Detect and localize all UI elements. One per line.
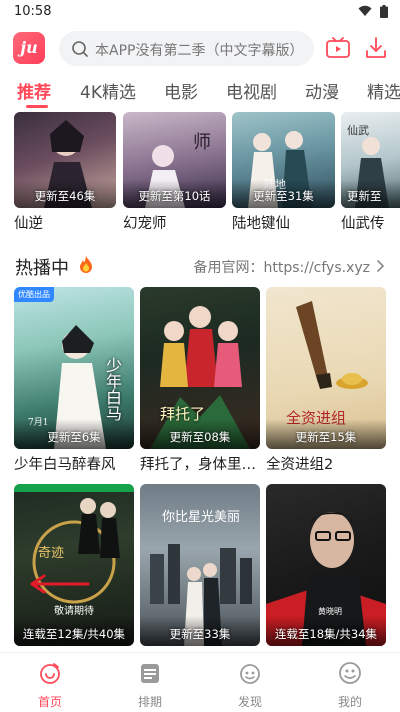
nav-discover[interactable]: 发现 — [200, 659, 300, 712]
discover-icon — [240, 664, 260, 684]
nav-home[interactable]: 首页 — [0, 659, 100, 712]
poster-card[interactable]: 陆地 更新至31集 — [232, 112, 335, 208]
svg-text:师: 师 — [193, 132, 211, 153]
poster-card[interactable]: 奇迹 敬请期待 连载至12集/共40集 — [14, 484, 134, 646]
schedule-icon — [141, 664, 159, 683]
search-icon — [72, 41, 88, 57]
nav-label: 排期 — [137, 695, 162, 709]
download-icon[interactable] — [364, 36, 388, 60]
poster-title[interactable]: 幻宠师 — [123, 212, 167, 233]
episode-badge: 更新至 — [347, 189, 382, 203]
poster-card[interactable]: 你比星光美丽 更新至33集 — [140, 484, 260, 646]
profile-icon — [339, 662, 361, 684]
poster-card[interactable]: 全资进组 更新至15集 — [266, 287, 386, 449]
poster-title[interactable]: 仙武传 — [341, 212, 385, 233]
tab-4k[interactable]: 4K精选 — [80, 78, 136, 103]
poster-title[interactable]: 拜托了，身体里的他 — [140, 453, 258, 474]
status-time: 10:58 — [14, 4, 52, 19]
svg-text:仙武: 仙武 — [347, 124, 369, 137]
tab-recommend[interactable]: 推荐 — [17, 78, 51, 103]
nav-schedule[interactable]: 排期 — [100, 659, 200, 712]
section-title: 热播中 — [15, 258, 69, 279]
poster-title[interactable]: 陆地键仙 — [232, 212, 290, 233]
status-icons — [358, 5, 388, 18]
hot-section-header: 热播中 备用官网：https://cfys.xyz — [0, 252, 400, 282]
episode-badge: 更新至46集 — [34, 189, 96, 203]
poster-card[interactable]: 仙武 更新至 — [341, 112, 400, 208]
poster-card[interactable]: 优酷出品 少年白马 7月1 更新至6集 — [14, 287, 134, 449]
episode-badge: 连载至12集/共40集 — [22, 627, 126, 641]
poster-text: 你比星光美丽 — [162, 510, 241, 525]
poster-card[interactable]: 黄晓明 连载至18集/共34集 — [266, 484, 386, 646]
nav-profile[interactable]: 我的 — [300, 659, 400, 712]
home-icon — [40, 663, 60, 684]
category-tabs: 推荐 4K精选 电影 电视剧 动漫 精选 — [0, 76, 400, 110]
episode-badge: 连载至18集/共34集 — [274, 627, 378, 641]
poster-title[interactable]: 全资进组2 — [266, 453, 386, 474]
battery-icon — [380, 5, 388, 18]
sub-badge: 敬请期待 — [54, 606, 94, 617]
nav-label: 我的 — [337, 695, 362, 709]
poster-card[interactable]: 师 更新至第10话 — [123, 112, 226, 208]
episode-badge: 更新至6集 — [47, 430, 101, 444]
chevron-right-icon[interactable] — [377, 260, 385, 272]
poster-card[interactable]: 更新至46集 — [14, 112, 116, 208]
poster-title[interactable]: 仙逆 — [14, 212, 43, 233]
tab-tv-series[interactable]: 电视剧 — [226, 78, 277, 103]
episode-badge: 更新至31集 — [253, 189, 314, 203]
fire-icon — [80, 256, 92, 273]
tab-featured[interactable]: 精选 — [367, 78, 400, 103]
tab-movies[interactable]: 电影 — [164, 78, 198, 103]
top-header: ju 本APP没有第二季（中文字幕版） — [0, 28, 400, 72]
nav-label: 首页 — [37, 695, 62, 709]
top-row-list: 更新至46集 仙逆 师 更新至第10话 幻宠师 陆地 更新至31集 陆地键仙 仙… — [0, 112, 400, 234]
episode-badge: 更新至第10话 — [138, 189, 211, 203]
search-input[interactable]: 本APP没有第二季（中文字幕版） — [59, 31, 314, 66]
poster-text: 少年白马 — [103, 357, 122, 421]
bottom-nav: 首页 排期 发现 我的 — [0, 652, 400, 712]
poster-title[interactable]: 少年白马醉春风 — [14, 453, 134, 474]
tab-anime[interactable]: 动漫 — [305, 78, 339, 103]
tv-icon[interactable] — [326, 37, 350, 59]
nav-label: 发现 — [237, 695, 262, 709]
episode-badge: 更新至15集 — [295, 430, 357, 444]
backup-site-link[interactable]: 备用官网：https://cfys.xyz — [193, 257, 370, 277]
app-logo[interactable]: ju — [13, 32, 45, 64]
episode-badge: 更新至33集 — [169, 627, 231, 641]
active-tab-indicator — [26, 105, 48, 108]
poster-card[interactable]: 拜托了 更新至08集 — [140, 287, 260, 449]
search-placeholder: 本APP没有第二季（中文字幕版） — [95, 43, 304, 59]
poster-text: 奇迹 — [38, 546, 65, 561]
episode-badge: 更新至08集 — [169, 430, 231, 444]
status-bar: 10:58 — [0, 0, 400, 24]
corner-tag: 优酷出品 — [14, 287, 54, 302]
wifi-icon — [358, 5, 372, 16]
